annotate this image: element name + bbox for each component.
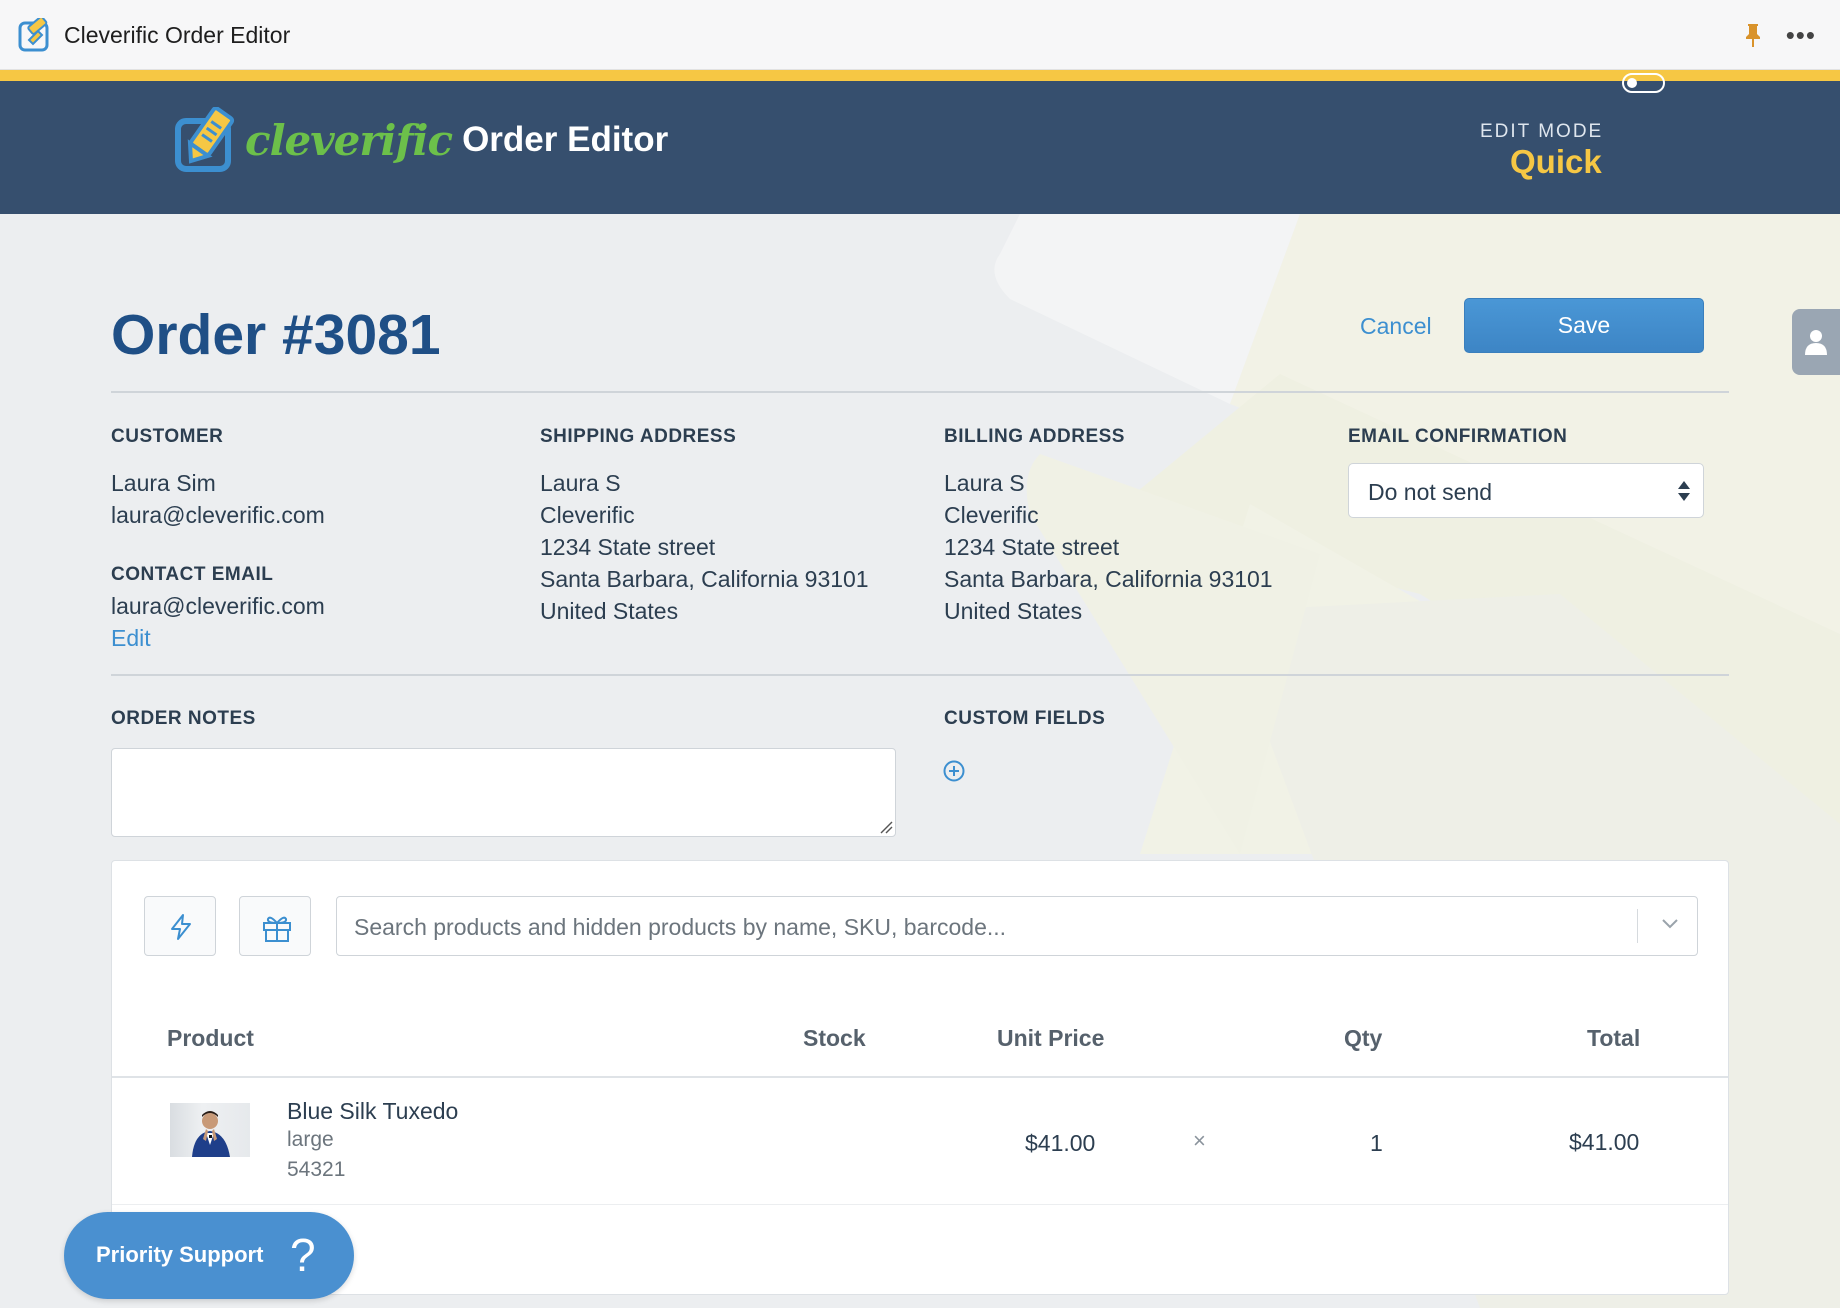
product-search-placeholder: Search products and hidden products by n… xyxy=(354,914,1007,940)
resize-grip-icon[interactable] xyxy=(879,820,893,834)
gift-icon xyxy=(263,916,291,942)
section-divider xyxy=(111,391,1729,393)
billing-heading: BILLING ADDRESS xyxy=(944,426,1125,447)
accent-strip xyxy=(0,70,1840,81)
column-header-product: Product xyxy=(167,1025,254,1051)
product-name[interactable]: Blue Silk Tuxedo xyxy=(287,1098,458,1125)
close-icon[interactable]: × xyxy=(1193,1128,1206,1154)
edit-mode-label: EDIT MODE xyxy=(1480,121,1604,142)
product-search-input[interactable]: Search products and hidden products by n… xyxy=(336,896,1698,956)
customer-panel-tab[interactable] xyxy=(1792,309,1840,375)
product-image xyxy=(192,1111,230,1157)
product-total: $41.00 xyxy=(1569,1129,1640,1155)
priority-support-label: Priority Support xyxy=(96,1242,264,1267)
column-header-total: Total xyxy=(1587,1025,1641,1051)
lightning-icon xyxy=(171,914,191,940)
pin-icon[interactable] xyxy=(1742,22,1764,48)
add-gift-button[interactable] xyxy=(239,896,311,956)
user-icon xyxy=(1805,330,1827,355)
shipping-line: Santa Barbara, California 93101 xyxy=(540,566,869,592)
brand-logo: cleverific Order Editor xyxy=(175,107,668,173)
customer-email: laura@cleverific.com xyxy=(111,502,325,528)
products-card: Search products and hidden products by n… xyxy=(111,860,1729,1295)
section-divider xyxy=(111,674,1729,676)
table-row: Blue Silk Tuxedo large 54321 $41.00 × 1 … xyxy=(112,1078,1728,1205)
customer-name: Laura Sim xyxy=(111,470,216,496)
billing-line: 1234 State street xyxy=(944,534,1120,560)
email-confirmation-select[interactable]: Do not send xyxy=(1348,463,1704,518)
edit-contact-email-link[interactable]: Edit xyxy=(111,625,151,652)
pencil-logo-icon xyxy=(175,107,235,172)
question-mark-icon: ? xyxy=(290,1229,316,1281)
more-options-icon[interactable]: ••• xyxy=(1786,22,1816,48)
shipping-line: United States xyxy=(540,598,679,624)
product-sku: 54321 xyxy=(287,1158,346,1181)
shipping-line: 1234 State street xyxy=(540,534,716,560)
product-thumbnail[interactable] xyxy=(170,1103,250,1157)
brand-suffix: Order Editor xyxy=(462,120,669,159)
window-titlebar: Cleverific Order Editor ••• xyxy=(0,0,1840,70)
column-header-unit-price: Unit Price xyxy=(997,1025,1105,1051)
app-logo-icon xyxy=(18,18,49,52)
add-custom-field-icon[interactable] xyxy=(943,760,965,782)
chevron-down-icon[interactable] xyxy=(1661,918,1679,930)
search-divider xyxy=(1637,909,1638,943)
window-title: Cleverific Order Editor xyxy=(64,22,291,48)
billing-line: Laura S xyxy=(944,470,1025,496)
column-header-qty: Qty xyxy=(1344,1025,1383,1051)
brand-word: cleverific xyxy=(245,115,453,165)
save-button[interactable]: Save xyxy=(1464,298,1704,353)
contact-email-heading: CONTACT EMAIL xyxy=(111,564,274,585)
email-confirmation-value: Do not send xyxy=(1368,479,1493,505)
billing-line: Santa Barbara, California 93101 xyxy=(944,566,1273,592)
quick-add-button[interactable] xyxy=(144,896,216,956)
toggle-knob xyxy=(1627,78,1637,88)
column-header-stock: Stock xyxy=(803,1025,866,1051)
product-unit-price[interactable]: $41.00 xyxy=(1025,1130,1095,1157)
shipping-line: Cleverific xyxy=(540,502,635,528)
contact-email: laura@cleverific.com xyxy=(111,593,325,619)
product-variant: large xyxy=(287,1128,334,1151)
app-header: cleverific Order Editor EDIT MODE Quick xyxy=(0,81,1840,214)
customer-heading: CUSTOMER xyxy=(111,426,224,447)
edit-mode-indicator: EDIT MODE Quick xyxy=(1480,121,1604,180)
custom-fields-heading: CUSTOM FIELDS xyxy=(944,708,1106,729)
billing-line: Cleverific xyxy=(944,502,1039,528)
order-notes-textarea[interactable] xyxy=(111,748,896,837)
shipping-heading: SHIPPING ADDRESS xyxy=(540,426,737,447)
cancel-button[interactable]: Cancel xyxy=(1360,313,1432,340)
edit-mode-value: Quick xyxy=(1510,143,1602,180)
priority-support-button[interactable]: Priority Support ? xyxy=(64,1212,354,1299)
shipping-line: Laura S xyxy=(540,470,621,496)
product-qty[interactable]: 1 xyxy=(1370,1130,1383,1157)
select-arrows-icon xyxy=(1678,481,1690,501)
edit-mode-toggle[interactable] xyxy=(1622,73,1665,93)
email-confirmation-heading: EMAIL CONFIRMATION xyxy=(1348,426,1568,447)
page-title: Order #3081 xyxy=(111,303,441,367)
billing-line: United States xyxy=(944,598,1083,624)
order-notes-heading: ORDER NOTES xyxy=(111,708,256,729)
